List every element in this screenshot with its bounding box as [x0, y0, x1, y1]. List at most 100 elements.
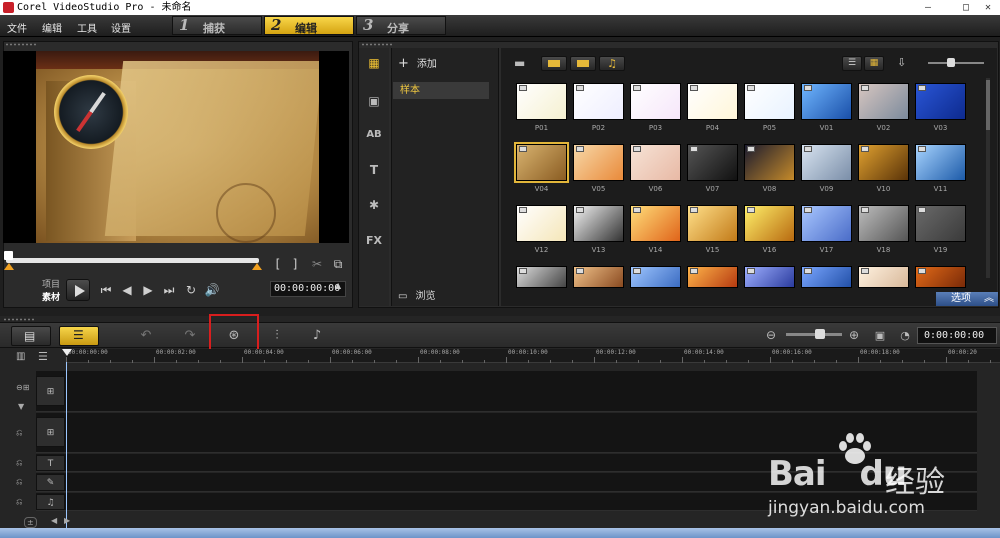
- library-thumbnail[interactable]: [573, 266, 624, 288]
- library-thumbnail[interactable]: [744, 266, 795, 288]
- close-button[interactable]: ✕: [980, 1, 996, 14]
- mode-clip-label[interactable]: 素材: [42, 290, 60, 303]
- lock-icon[interactable]: ⎌: [16, 497, 22, 507]
- mark-in-button[interactable]: [: [270, 256, 286, 272]
- library-thumbnail[interactable]: [801, 144, 852, 181]
- maximize-button[interactable]: □: [958, 1, 974, 14]
- clock-icon[interactable]: ◔: [895, 327, 915, 344]
- library-thumbnail[interactable]: [858, 144, 909, 181]
- timeline-scroll-menu-icon[interactable]: ±: [24, 517, 37, 528]
- zoom-slider[interactable]: [786, 333, 842, 336]
- fit-project-icon[interactable]: ▣: [870, 327, 890, 344]
- scrub-bar[interactable]: [6, 258, 259, 263]
- lock-icon[interactable]: ⎌: [16, 477, 22, 487]
- repeat-icon[interactable]: ↻: [183, 282, 199, 298]
- library-thumbnail[interactable]: [915, 266, 966, 288]
- menu-tools[interactable]: 工具: [77, 20, 97, 35]
- scroll-right-icon[interactable]: ▶: [64, 516, 70, 525]
- thumbnail-size-handle[interactable]: [947, 58, 955, 67]
- undo-icon[interactable]: ↶: [136, 327, 156, 344]
- enlarge-preview-icon[interactable]: ⧉: [330, 256, 346, 272]
- library-thumbnail[interactable]: [514, 142, 569, 183]
- folder-item-sample[interactable]: 样本: [393, 82, 489, 99]
- scrub-handle[interactable]: [4, 251, 13, 260]
- browse-button[interactable]: ▭ 浏览: [398, 287, 435, 302]
- volume-icon[interactable]: 🔊: [204, 282, 220, 298]
- video-track[interactable]: [36, 371, 977, 412]
- library-thumbnail[interactable]: [687, 205, 738, 242]
- video-track-header[interactable]: ⊞: [36, 376, 65, 406]
- panel-grip[interactable]: [5, 43, 37, 46]
- scroll-left-icon[interactable]: ◀: [51, 516, 57, 525]
- text-tab-icon[interactable]: T: [363, 161, 385, 179]
- minimize-button[interactable]: –: [920, 1, 936, 14]
- panel-grip[interactable]: [361, 43, 393, 46]
- sound-mixer-icon[interactable]: ⫶: [267, 327, 287, 344]
- add-folder-button[interactable]: + 添加: [398, 55, 437, 71]
- library-thumbnail[interactable]: [915, 144, 966, 181]
- library-thumbnail[interactable]: [516, 266, 567, 288]
- title-tab-icon[interactable]: AB: [363, 126, 385, 144]
- trim-end-marker[interactable]: [252, 263, 262, 270]
- filter-tab-icon[interactable]: FX: [363, 232, 385, 250]
- library-thumbnail[interactable]: [915, 205, 966, 242]
- music-track-header[interactable]: ♫: [36, 494, 65, 510]
- graphic-tab-icon[interactable]: ✱: [363, 196, 385, 214]
- sort-icon[interactable]: ⇩: [897, 56, 906, 69]
- auto-music-icon[interactable]: ♪: [307, 327, 327, 344]
- library-thumbnail[interactable]: [630, 144, 681, 181]
- zoom-slider-handle[interactable]: [815, 329, 825, 339]
- library-thumbnail[interactable]: [915, 83, 966, 120]
- library-thumbnail[interactable]: [573, 144, 624, 181]
- show-audio-button[interactable]: ♫: [599, 56, 625, 71]
- library-thumbnail[interactable]: [516, 205, 567, 242]
- scissors-icon[interactable]: ✂: [309, 256, 325, 272]
- library-thumbnail[interactable]: [630, 83, 681, 120]
- redo-icon[interactable]: ↷: [180, 327, 200, 344]
- lock-icon[interactable]: ⎌: [16, 458, 22, 468]
- library-thumbnail[interactable]: [687, 266, 738, 288]
- next-frame-icon[interactable]: ▶: [140, 282, 156, 298]
- library-thumbnail[interactable]: [744, 83, 795, 120]
- track-manager-icon[interactable]: ▥: [16, 351, 25, 362]
- go-to-start-icon[interactable]: ⏮: [98, 282, 114, 298]
- library-thumbnail[interactable]: [630, 205, 681, 242]
- transition-tab-icon[interactable]: ▣: [363, 92, 385, 110]
- library-thumbnail[interactable]: [801, 83, 852, 120]
- previous-frame-icon[interactable]: ◀: [119, 282, 135, 298]
- tab-edit[interactable]: 2 编辑: [264, 16, 354, 35]
- folder-icon[interactable]: ▬: [514, 56, 525, 70]
- library-thumbnail[interactable]: [744, 205, 795, 242]
- library-thumbnail[interactable]: [801, 266, 852, 288]
- lock-icon[interactable]: ⎌: [16, 428, 22, 438]
- tab-capture[interactable]: 1 捕获: [172, 16, 262, 35]
- timecode-stepper-icon[interactable]: ▲: [335, 281, 341, 290]
- menu-settings[interactable]: 设置: [111, 20, 131, 35]
- chapter-icon[interactable]: ☰: [38, 350, 48, 363]
- mark-out-button[interactable]: ]: [287, 256, 303, 272]
- menu-edit[interactable]: 编辑: [42, 20, 62, 35]
- zoom-out-icon[interactable]: ⊖: [761, 327, 781, 344]
- overlay-track-header[interactable]: ⊞: [36, 417, 65, 447]
- library-thumbnail[interactable]: [687, 144, 738, 181]
- library-thumbnail[interactable]: [858, 205, 909, 242]
- library-thumbnail[interactable]: [573, 205, 624, 242]
- timeline-view-button[interactable]: ☰: [59, 326, 99, 346]
- library-scrollbar-thumb[interactable]: [986, 80, 990, 130]
- library-thumbnail[interactable]: [516, 83, 567, 120]
- go-to-end-icon[interactable]: ⏭: [161, 282, 177, 298]
- trim-start-marker[interactable]: [4, 263, 14, 270]
- show-video-button[interactable]: [541, 56, 567, 71]
- storyboard-view-button[interactable]: ▤: [11, 326, 51, 346]
- mode-project-label[interactable]: 项目: [42, 277, 60, 290]
- library-thumbnail[interactable]: [858, 83, 909, 120]
- list-view-button[interactable]: ☰: [842, 56, 862, 71]
- show-photo-button[interactable]: [570, 56, 596, 71]
- library-thumbnail[interactable]: [687, 83, 738, 120]
- library-thumbnail[interactable]: [858, 266, 909, 288]
- dropdown-icon[interactable]: ▼: [18, 402, 24, 411]
- library-thumbnail[interactable]: [801, 205, 852, 242]
- zoom-in-icon[interactable]: ⊕: [844, 327, 864, 344]
- thumbnail-size-slider[interactable]: [928, 62, 984, 64]
- options-button[interactable]: 选项 ︽: [936, 292, 998, 306]
